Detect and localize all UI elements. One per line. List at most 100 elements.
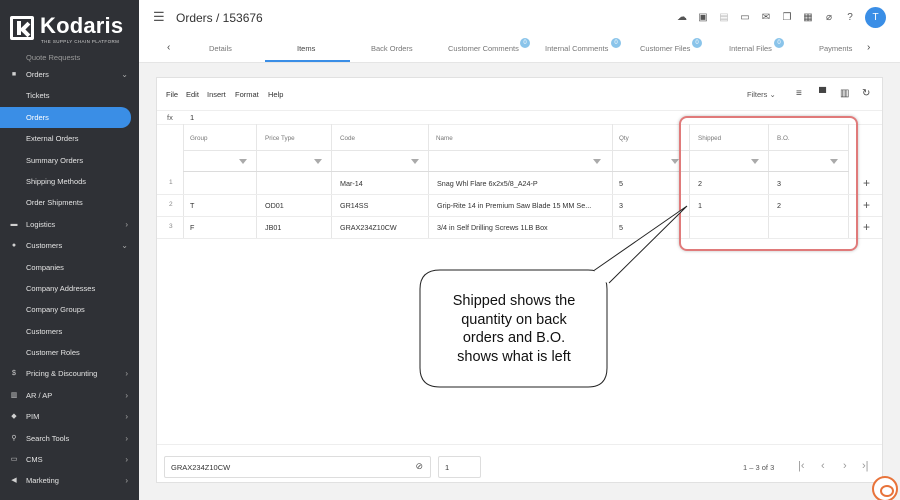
sidebar-item-company-addresses[interactable]: Company Addresses [0,278,139,299]
formula-input[interactable]: 1 [190,113,194,122]
chevron-right-icon: › [125,412,128,422]
cell-qty[interactable]: 5 [619,179,623,188]
last-page-icon[interactable]: ›| [862,460,869,472]
filter-dropdown-icon[interactable] [314,159,322,164]
sidebar-item-pim[interactable]: ◆ PIM › [0,406,139,427]
tab-customer-comments[interactable]: Customer Comments [448,44,519,53]
sidebar-item-search-tools[interactable]: ⚲ Search Tools › [0,428,139,449]
sidebar-item-companies[interactable]: Companies [0,257,139,278]
filter-dropdown-icon[interactable] [239,159,247,164]
add-row-icon[interactable]: + [863,199,870,211]
sku-input[interactable]: GRAX234Z10CW ⊘ [164,456,431,478]
sidebar-item-external-orders[interactable]: External Orders [0,128,139,149]
column-header-group[interactable]: Group [190,135,208,142]
tab-customer-files[interactable]: Customer Files [640,44,690,53]
tab-payments[interactable]: Payments [819,44,852,53]
columns-icon[interactable]: ▥ [840,88,849,99]
kodaris-logo[interactable]: Kodaris THE SUPPLY CHAIN PLATFORM [10,13,130,46]
filter-dropdown-icon[interactable] [671,159,679,164]
add-row-icon[interactable]: + [863,177,870,189]
column-header-qty[interactable]: Qty [619,135,629,142]
cell-code[interactable]: Mar-14 [340,179,363,188]
cell-group[interactable]: F [190,223,194,232]
tabs-prev-icon[interactable]: ‹ [167,42,170,53]
cell-code[interactable]: GRAX234Z10CW [340,223,397,232]
next-page-icon[interactable]: › [843,460,847,472]
sidebar-item-orders[interactable]: Orders [0,106,131,129]
sidebar-item-label: AR / AP [26,390,53,400]
sidebar-item-summary-orders[interactable]: Summary Orders [0,150,139,171]
sidebar-item-cms[interactable]: ▭ CMS › [0,449,139,470]
tab-internal-files[interactable]: Internal Files [729,44,772,53]
copy-icon[interactable]: ❐ [778,9,796,27]
document-icon[interactable]: ▤ [715,9,733,27]
chevron-right-icon: › [125,390,128,400]
column-header-name[interactable]: Name [436,135,453,142]
cell-name[interactable]: 3/4 in Self Drilling Screws 1LB Box [437,223,548,232]
sidebar-item-company-groups[interactable]: Company Groups [0,299,139,320]
menu-help[interactable]: Help [268,90,283,99]
chevron-right-icon: › [125,433,128,443]
sidebar-item-quote-requests[interactable]: Quote Requests [0,52,139,64]
menu-edit[interactable]: Edit [186,90,199,99]
comment-icon[interactable]: ▀ [819,88,826,99]
monitor-icon: ▭ [10,456,18,464]
archive-icon[interactable]: ▣ [694,9,712,27]
quantity-input[interactable]: 1 [438,456,481,478]
menu-format[interactable]: Format [235,90,259,99]
chat-widget-icon[interactable] [872,476,898,500]
menu-icon[interactable]: ☰ [153,10,165,24]
sidebar-item-marketing[interactable]: ◀ Marketing › [0,470,139,491]
cell-code[interactable]: GR14SS [340,201,368,210]
column-header-code[interactable]: Code [340,135,355,142]
tab-bar: ‹ Details Items Back Orders Customer Com… [139,36,900,63]
refresh-icon[interactable]: ↻ [862,88,870,99]
cell-name[interactable]: Grip-Rite 14 in Premium Saw Blade 15 MM … [437,201,591,210]
tab-back-orders[interactable]: Back Orders [371,44,413,53]
sidebar-item-customers-group[interactable]: ● Customers ⌄ [0,235,139,256]
tabs-next-icon[interactable]: › [867,42,870,53]
chevron-right-icon: › [125,369,128,379]
first-page-icon[interactable]: |‹ [798,460,805,472]
add-row-icon[interactable]: + [863,221,870,233]
tab-internal-comments[interactable]: Internal Comments [545,44,608,53]
sidebar-item-customer-roles[interactable]: Customer Roles [0,342,139,363]
column-header-price-type[interactable]: Price Type [265,135,295,142]
tab-items[interactable]: Items [297,44,315,53]
cell-name[interactable]: Snag Whl Flare 6x2x5/8_A24-P [437,179,538,188]
menu-insert[interactable]: Insert [207,90,226,99]
filter-dropdown-icon[interactable] [411,159,419,164]
cell-price-type[interactable]: JB01 [265,223,281,232]
grid-menubar: File Edit Insert Format Help Filters ⌄ ≡… [157,78,882,111]
cell-qty[interactable]: 3 [619,201,623,210]
menu-file[interactable]: File [166,90,178,99]
avatar[interactable]: T [865,7,886,28]
cell-price-type[interactable]: OD01 [265,201,284,210]
sidebar-item-label: Companies [26,262,64,272]
sidebar-item-logistics[interactable]: ▬ Logistics › [0,214,139,235]
add-rows-icon[interactable]: ≡ [796,88,802,99]
tab-details[interactable]: Details [209,44,232,53]
sidebar-item-tickets[interactable]: Tickets [0,85,139,106]
paperclip-icon[interactable]: ⌀ [820,9,838,27]
megaphone-icon: ◀ [11,477,17,485]
cell-group[interactable]: T [190,201,194,210]
mail-icon[interactable]: ✉ [757,9,775,27]
truck-icon: ▬ [10,220,18,228]
credit-card-icon[interactable]: ▭ [736,9,754,27]
link-off-icon[interactable]: ⊘ [415,461,423,472]
filter-dropdown-icon[interactable] [593,159,601,164]
help-icon[interactable]: ? [841,9,859,27]
sidebar-item-ar-ap[interactable]: ▥ AR / AP › [0,385,139,406]
sidebar-item-pricing[interactable]: $ Pricing & Discounting › [0,363,139,384]
sidebar-item-shipping-methods[interactable]: Shipping Methods [0,171,139,192]
filters-dropdown[interactable]: Filters ⌄ [747,90,776,99]
prev-page-icon[interactable]: ‹ [821,460,825,472]
cloud-upload-icon[interactable]: ☁ [673,9,691,27]
header-actions: ☁ ▣ ▤ ▭ ✉ ❐ ▦ ⌀ ? T [670,7,886,28]
sidebar-item-orders-group[interactable]: ■ Orders ⌄ [0,64,139,85]
sidebar-item-order-shipments[interactable]: Order Shipments [0,192,139,213]
cell-qty[interactable]: 5 [619,223,623,232]
file-add-icon[interactable]: ▦ [799,9,817,27]
sidebar-item-customers[interactable]: Customers [0,321,139,342]
